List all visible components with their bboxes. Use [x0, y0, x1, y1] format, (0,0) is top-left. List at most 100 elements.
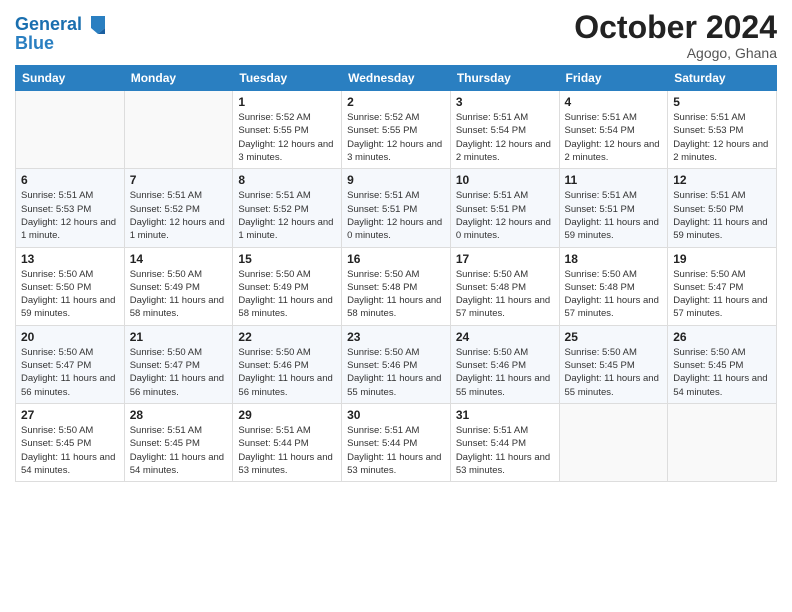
day-number: 3 — [456, 95, 554, 109]
day-info: Sunrise: 5:50 AM Sunset: 5:46 PM Dayligh… — [347, 346, 445, 399]
week-row-3: 13 Sunrise: 5:50 AM Sunset: 5:50 PM Dayli… — [16, 247, 777, 325]
calendar-cell: 16Sunrise: 5:50 AM Sunset: 5:48 PM Dayli… — [342, 247, 451, 325]
day-info: Sunrise: 5:51 AM Sunset: 5:44 PM Dayligh… — [456, 424, 554, 477]
calendar-cell: 15 Sunrise: 5:50 AM Sunset: 5:49 PM Dayli… — [233, 247, 342, 325]
calendar-cell: 13 Sunrise: 5:50 AM Sunset: 5:50 PM Dayli… — [16, 247, 125, 325]
day-number: 20 — [21, 330, 119, 344]
weekday-header-row: SundayMondayTuesdayWednesdayThursdayFrid… — [16, 66, 777, 91]
day-number: 4 — [565, 95, 663, 109]
day-number: 7 — [130, 173, 228, 187]
day-number: 2 — [347, 95, 445, 109]
week-row-1: 1 Sunrise: 5:52 AM Sunset: 5:55 PM Daylig… — [16, 91, 777, 169]
calendar-cell: 3Sunrise: 5:51 AM Sunset: 5:54 PM Daylig… — [450, 91, 559, 169]
day-number: 5 — [673, 95, 771, 109]
day-info: Sunrise: 5:50 AM Sunset: 5:46 PM Dayligh… — [238, 346, 336, 399]
calendar-table: SundayMondayTuesdayWednesdayThursdayFrid… — [15, 65, 777, 482]
location: Agogo, Ghana — [574, 45, 777, 61]
day-number: 11 — [565, 173, 663, 187]
day-info: Sunrise: 5:50 AM Sunset: 5:46 PM Dayligh… — [456, 346, 554, 399]
calendar-cell: 27Sunrise: 5:50 AM Sunset: 5:45 PM Dayli… — [16, 403, 125, 481]
day-number: 30 — [347, 408, 445, 422]
calendar-cell: 29 Sunrise: 5:51 AM Sunset: 5:44 PM Dayli… — [233, 403, 342, 481]
calendar-cell — [668, 403, 777, 481]
calendar-cell: 12 Sunrise: 5:51 AM Sunset: 5:50 PM Dayli… — [668, 169, 777, 247]
day-info: Sunrise: 5:51 AM Sunset: 5:51 PM Dayligh… — [565, 189, 663, 242]
calendar-cell: 31Sunrise: 5:51 AM Sunset: 5:44 PM Dayli… — [450, 403, 559, 481]
day-info: Sunrise: 5:52 AM Sunset: 5:55 PM Dayligh… — [238, 111, 336, 164]
calendar-cell: 18Sunrise: 5:50 AM Sunset: 5:48 PM Dayli… — [559, 247, 668, 325]
calendar-cell: 22 Sunrise: 5:50 AM Sunset: 5:46 PM Dayli… — [233, 325, 342, 403]
day-number: 25 — [565, 330, 663, 344]
day-info: Sunrise: 5:51 AM Sunset: 5:52 PM Dayligh… — [130, 189, 228, 242]
day-info: Sunrise: 5:52 AM Sunset: 5:55 PM Dayligh… — [347, 111, 445, 164]
calendar-cell: 1 Sunrise: 5:52 AM Sunset: 5:55 PM Daylig… — [233, 91, 342, 169]
calendar-cell — [124, 91, 233, 169]
day-info: Sunrise: 5:50 AM Sunset: 5:49 PM Dayligh… — [238, 268, 336, 321]
calendar-cell: 5 Sunrise: 5:51 AM Sunset: 5:53 PM Daylig… — [668, 91, 777, 169]
calendar-cell: 14 Sunrise: 5:50 AM Sunset: 5:49 PM Dayli… — [124, 247, 233, 325]
day-number: 21 — [130, 330, 228, 344]
calendar-cell: 7 Sunrise: 5:51 AM Sunset: 5:52 PM Daylig… — [124, 169, 233, 247]
calendar-cell: 11 Sunrise: 5:51 AM Sunset: 5:51 PM Dayli… — [559, 169, 668, 247]
weekday-header-monday: Monday — [124, 66, 233, 91]
day-number: 6 — [21, 173, 119, 187]
day-info: Sunrise: 5:51 AM Sunset: 5:51 PM Dayligh… — [347, 189, 445, 242]
title-block: October 2024 Agogo, Ghana — [574, 10, 777, 61]
calendar-cell: 2 Sunrise: 5:52 AM Sunset: 5:55 PM Daylig… — [342, 91, 451, 169]
calendar-cell: 20 Sunrise: 5:50 AM Sunset: 5:47 PM Dayli… — [16, 325, 125, 403]
calendar-cell: 17Sunrise: 5:50 AM Sunset: 5:48 PM Dayli… — [450, 247, 559, 325]
calendar-cell: 21Sunrise: 5:50 AM Sunset: 5:47 PM Dayli… — [124, 325, 233, 403]
calendar-cell: 26Sunrise: 5:50 AM Sunset: 5:45 PM Dayli… — [668, 325, 777, 403]
calendar-cell: 23 Sunrise: 5:50 AM Sunset: 5:46 PM Dayli… — [342, 325, 451, 403]
calendar-cell — [16, 91, 125, 169]
weekday-header-sunday: Sunday — [16, 66, 125, 91]
day-number: 28 — [130, 408, 228, 422]
day-number: 15 — [238, 252, 336, 266]
calendar-cell: 9 Sunrise: 5:51 AM Sunset: 5:51 PM Daylig… — [342, 169, 451, 247]
day-info: Sunrise: 5:51 AM Sunset: 5:44 PM Dayligh… — [238, 424, 336, 477]
logo: General Blue — [15, 14, 107, 54]
day-number: 8 — [238, 173, 336, 187]
day-number: 23 — [347, 330, 445, 344]
day-info: Sunrise: 5:51 AM Sunset: 5:54 PM Dayligh… — [565, 111, 663, 164]
header: General Blue October 2024 Agogo, Ghana — [15, 10, 777, 61]
day-info: Sunrise: 5:51 AM Sunset: 5:52 PM Dayligh… — [238, 189, 336, 242]
day-info: Sunrise: 5:51 AM Sunset: 5:50 PM Dayligh… — [673, 189, 771, 242]
week-row-2: 6 Sunrise: 5:51 AM Sunset: 5:53 PM Daylig… — [16, 169, 777, 247]
day-number: 9 — [347, 173, 445, 187]
logo-blue: Blue — [15, 34, 107, 54]
day-info: Sunrise: 5:50 AM Sunset: 5:49 PM Dayligh… — [130, 268, 228, 321]
calendar-cell: 10 Sunrise: 5:51 AM Sunset: 5:51 PM Dayli… — [450, 169, 559, 247]
day-number: 17 — [456, 252, 554, 266]
week-row-5: 27Sunrise: 5:50 AM Sunset: 5:45 PM Dayli… — [16, 403, 777, 481]
calendar-cell: 30 Sunrise: 5:51 AM Sunset: 5:44 PM Dayli… — [342, 403, 451, 481]
week-row-4: 20 Sunrise: 5:50 AM Sunset: 5:47 PM Dayli… — [16, 325, 777, 403]
day-info: Sunrise: 5:51 AM Sunset: 5:44 PM Dayligh… — [347, 424, 445, 477]
day-number: 29 — [238, 408, 336, 422]
page-container: General Blue October 2024 Agogo, Ghana S… — [0, 0, 792, 492]
day-info: Sunrise: 5:50 AM Sunset: 5:50 PM Dayligh… — [21, 268, 119, 321]
day-info: Sunrise: 5:50 AM Sunset: 5:48 PM Dayligh… — [565, 268, 663, 321]
day-info: Sunrise: 5:51 AM Sunset: 5:45 PM Dayligh… — [130, 424, 228, 477]
day-info: Sunrise: 5:51 AM Sunset: 5:51 PM Dayligh… — [456, 189, 554, 242]
calendar-cell: 19 Sunrise: 5:50 AM Sunset: 5:47 PM Dayli… — [668, 247, 777, 325]
day-number: 12 — [673, 173, 771, 187]
weekday-header-tuesday: Tuesday — [233, 66, 342, 91]
day-info: Sunrise: 5:50 AM Sunset: 5:45 PM Dayligh… — [565, 346, 663, 399]
calendar-cell: 4 Sunrise: 5:51 AM Sunset: 5:54 PM Daylig… — [559, 91, 668, 169]
day-number: 22 — [238, 330, 336, 344]
day-info: Sunrise: 5:51 AM Sunset: 5:53 PM Dayligh… — [21, 189, 119, 242]
day-number: 14 — [130, 252, 228, 266]
day-number: 13 — [21, 252, 119, 266]
day-number: 10 — [456, 173, 554, 187]
calendar-cell: 24Sunrise: 5:50 AM Sunset: 5:46 PM Dayli… — [450, 325, 559, 403]
day-info: Sunrise: 5:50 AM Sunset: 5:47 PM Dayligh… — [21, 346, 119, 399]
day-number: 27 — [21, 408, 119, 422]
day-number: 1 — [238, 95, 336, 109]
day-info: Sunrise: 5:50 AM Sunset: 5:47 PM Dayligh… — [673, 268, 771, 321]
calendar-cell: 6 Sunrise: 5:51 AM Sunset: 5:53 PM Daylig… — [16, 169, 125, 247]
day-info: Sunrise: 5:51 AM Sunset: 5:53 PM Dayligh… — [673, 111, 771, 164]
month-title: October 2024 — [574, 10, 777, 45]
day-number: 19 — [673, 252, 771, 266]
calendar-cell: 25 Sunrise: 5:50 AM Sunset: 5:45 PM Dayli… — [559, 325, 668, 403]
